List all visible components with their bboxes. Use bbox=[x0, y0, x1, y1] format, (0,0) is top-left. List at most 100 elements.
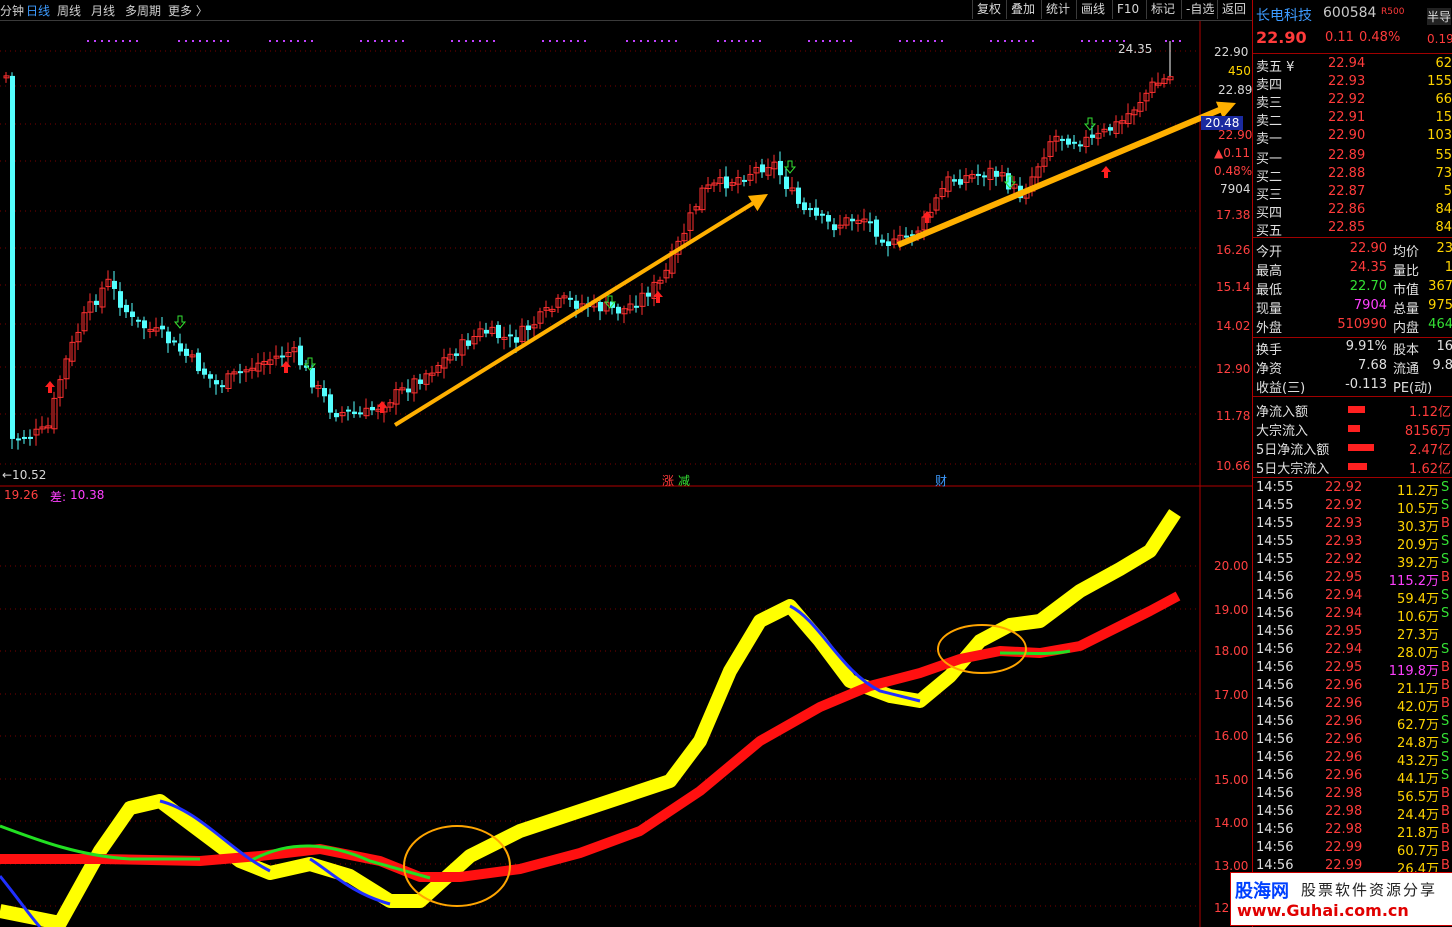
candle-body-down bbox=[508, 334, 513, 337]
candle-body-down bbox=[568, 297, 573, 300]
signal-dot bbox=[654, 40, 656, 42]
tick-side: B bbox=[1441, 678, 1450, 693]
candle-body-down bbox=[1090, 134, 1095, 138]
signal-dot bbox=[752, 40, 754, 42]
signal-dot bbox=[185, 40, 187, 42]
remove-watchlist-button[interactable]: -自选 bbox=[1181, 0, 1218, 19]
tick-volume: 59.4万 bbox=[1397, 592, 1439, 607]
signal-dot bbox=[458, 40, 460, 42]
tick-side: S bbox=[1441, 606, 1450, 621]
candle-body-down bbox=[808, 208, 813, 211]
signal-dot bbox=[997, 40, 999, 42]
tick-side: B bbox=[1441, 786, 1450, 801]
signal-dot bbox=[829, 40, 831, 42]
ask-label: 卖二 bbox=[1256, 114, 1283, 129]
signal-dot bbox=[472, 40, 474, 42]
tab-weekly[interactable]: 周线 bbox=[57, 2, 81, 19]
tick-side: S bbox=[1441, 750, 1450, 765]
draw-line-button[interactable]: 画线 bbox=[1076, 0, 1109, 19]
statistics-button[interactable]: 统计 bbox=[1041, 0, 1074, 19]
tab-monthly[interactable]: 月线 bbox=[91, 2, 115, 19]
signal-dot bbox=[808, 40, 810, 42]
axis-label: 12.90 bbox=[1216, 362, 1251, 376]
event-marker[interactable]: 财 bbox=[935, 472, 947, 489]
tick-volume: 56.5万 bbox=[1397, 790, 1439, 805]
quote-panel: 长电科技 600584 R500 半导 22.90 0.11 0.48% 0.1… bbox=[1252, 0, 1452, 927]
toolbar: 分钟 日线 周线 月线 多周期 更多 〉 复权 叠加 统计 画线 F10 标记 … bbox=[0, 0, 1452, 21]
signal-dot bbox=[101, 40, 103, 42]
axis-label: 14.02 bbox=[1216, 319, 1251, 333]
flow-label: 5日净流入额 bbox=[1256, 443, 1330, 458]
tab-more[interactable]: 更多 〉 bbox=[168, 2, 208, 19]
signal-dot bbox=[297, 40, 299, 42]
stat-value: 16 bbox=[1436, 339, 1452, 354]
candle-body-down bbox=[820, 213, 825, 216]
index-tag: R500 bbox=[1381, 7, 1405, 17]
tab-daily[interactable]: 日线 bbox=[26, 2, 50, 19]
tick-side: S bbox=[1441, 498, 1450, 513]
candle-body-down bbox=[1078, 144, 1083, 147]
tick-side: B bbox=[1441, 804, 1450, 819]
tick-price: 22.95 bbox=[1325, 624, 1363, 639]
tick-volume: 62.7万 bbox=[1397, 718, 1439, 733]
signal-dot bbox=[465, 40, 467, 42]
tick-volume: 24.4万 bbox=[1397, 808, 1439, 823]
stat-value: 975 bbox=[1428, 298, 1452, 313]
indicator-axis-label: 13.00 bbox=[1214, 859, 1249, 873]
mark-button[interactable]: 标记 bbox=[1146, 0, 1179, 19]
charts-canvas[interactable] bbox=[0, 21, 1252, 927]
signal-dot bbox=[388, 40, 390, 42]
back-button[interactable]: 返回 bbox=[1217, 0, 1250, 19]
signal-dot bbox=[129, 40, 131, 42]
tick-price: 22.95 bbox=[1325, 570, 1363, 585]
chart-area[interactable]: 22.90 450 22.89 20.48 22.90 ▲0.11 0.48% … bbox=[0, 21, 1252, 927]
signal-dot bbox=[290, 40, 292, 42]
ask-volume: 155 bbox=[1427, 74, 1452, 89]
tick-price: 22.96 bbox=[1325, 768, 1363, 783]
stock-name[interactable]: 长电科技 bbox=[1256, 5, 1312, 25]
flow-bar bbox=[1348, 425, 1360, 432]
tick-price: 22.99 bbox=[1325, 858, 1363, 873]
tick-side: B bbox=[1441, 840, 1450, 855]
candle-body-down bbox=[496, 324, 501, 339]
tick-volume: 44.1万 bbox=[1397, 772, 1439, 787]
candle-body-down bbox=[778, 160, 783, 176]
event-marker[interactable]: 涨 bbox=[662, 472, 674, 489]
adjust-button[interactable]: 复权 bbox=[972, 0, 1005, 19]
tick-volume: 115.2万 bbox=[1388, 574, 1439, 589]
bid-label: 买三 bbox=[1256, 188, 1283, 203]
signal-dot bbox=[661, 40, 663, 42]
tab-minute[interactable]: 分钟 bbox=[0, 2, 24, 19]
candle-body-down bbox=[1066, 138, 1071, 145]
stat-value: 367 bbox=[1428, 279, 1452, 294]
indicator-value: 19.26 bbox=[4, 488, 39, 502]
stat-label: 量比 bbox=[1393, 264, 1420, 279]
f10-button[interactable]: F10 bbox=[1112, 0, 1143, 19]
stat-label: 总量 bbox=[1393, 302, 1420, 317]
stat-value: 9.8 bbox=[1432, 358, 1452, 373]
signal-dot bbox=[94, 40, 96, 42]
candle-body-down bbox=[454, 353, 459, 356]
candle-body-down bbox=[172, 340, 177, 343]
signal-dot bbox=[1032, 40, 1034, 42]
candle-body-down bbox=[850, 218, 855, 222]
signal-dot bbox=[899, 40, 901, 42]
tick-volume: 39.2万 bbox=[1397, 556, 1439, 571]
candle-body-down bbox=[1060, 138, 1065, 141]
candle-body-down bbox=[796, 187, 801, 204]
candle-body-down bbox=[952, 179, 957, 182]
signal-dot bbox=[556, 40, 558, 42]
candle-body-down bbox=[724, 176, 729, 189]
event-marker[interactable]: 减 bbox=[678, 472, 690, 489]
candle-body-down bbox=[406, 388, 411, 393]
tab-multi-period[interactable]: 多周期 bbox=[125, 2, 161, 19]
price-change: 0.11 bbox=[1325, 30, 1354, 45]
candle-body-down bbox=[220, 385, 225, 388]
bid-volume: 55 bbox=[1435, 148, 1452, 163]
tick-time: 14:55 bbox=[1256, 516, 1294, 531]
overlay-button[interactable]: 叠加 bbox=[1006, 0, 1039, 19]
tick-time: 14:56 bbox=[1256, 606, 1294, 621]
signal-dot bbox=[850, 40, 852, 42]
ask-price: 22.90 bbox=[1328, 128, 1366, 143]
sector-tag[interactable]: 半导 bbox=[1427, 8, 1452, 25]
